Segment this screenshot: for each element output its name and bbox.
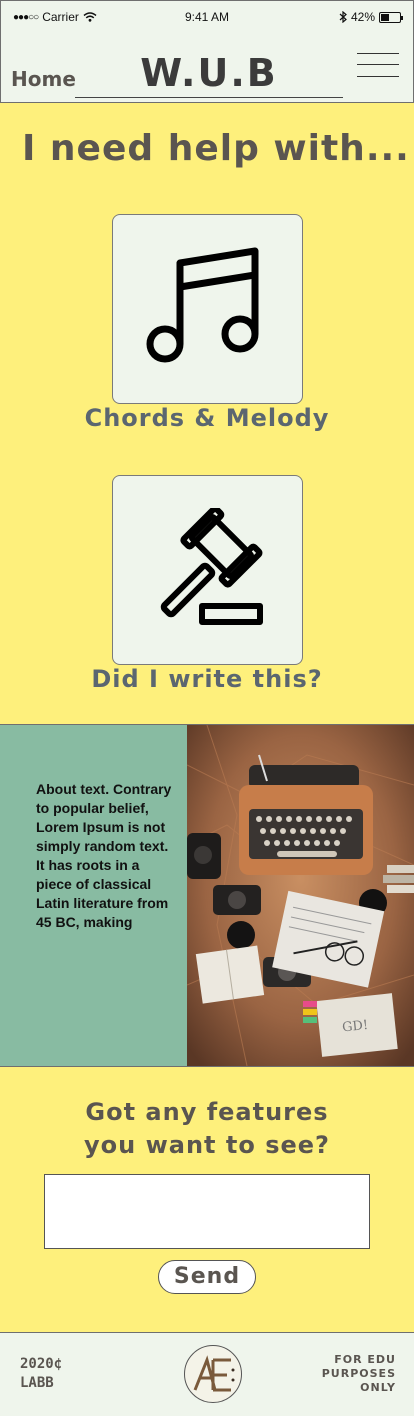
- music-note-icon: [146, 247, 258, 363]
- chords-melody-label[interactable]: Chords & Melody: [0, 404, 414, 432]
- features-heading-line2: you want to see?: [84, 1131, 330, 1159]
- help-heading: I need help with...: [22, 128, 410, 169]
- did-i-write-this-card[interactable]: [112, 475, 303, 665]
- app-title: W.U.B: [75, 51, 343, 98]
- features-heading-line1: Got any features: [85, 1098, 329, 1126]
- features-heading: Got any features you want to see?: [0, 1096, 414, 1162]
- features-input[interactable]: [44, 1174, 370, 1249]
- ae-logo-icon: [193, 1355, 235, 1392]
- battery-level-fill: [381, 13, 389, 21]
- footer-copyright-line2: LABB: [20, 1375, 54, 1391]
- footer-disclaimer: FOR EDU PURPOSES ONLY: [322, 1353, 396, 1395]
- footer-disclaimer-line2: PURPOSES: [321, 1367, 396, 1380]
- svg-text:GD!: GD!: [341, 1018, 368, 1036]
- gavel-icon: [160, 508, 263, 625]
- footer-copyright-line1: 2020¢: [20, 1356, 63, 1372]
- footer: 2020¢ LABB FOR EDU PURPOSES ONLY: [0, 1332, 414, 1416]
- about-text: About text. Contrary to popular belief, …: [36, 781, 172, 930]
- hamburger-menu-icon[interactable]: [357, 51, 399, 79]
- footer-disclaimer-line3: ONLY: [360, 1381, 396, 1394]
- send-button[interactable]: Send: [158, 1260, 256, 1294]
- status-right: 42%: [339, 10, 403, 24]
- battery-percent: 42%: [350, 10, 375, 24]
- status-bar: ●●●○○ Carrier 9:41 AM 42%: [1, 1, 413, 33]
- about-text-panel: About text. Contrary to popular belief, …: [0, 725, 187, 1066]
- app-header: ●●●○○ Carrier 9:41 AM 42% Home W.U.B: [0, 0, 414, 103]
- footer-logo[interactable]: [184, 1345, 242, 1403]
- bluetooth-icon: [339, 11, 347, 23]
- footer-disclaimer-line1: FOR EDU: [334, 1353, 396, 1366]
- home-link[interactable]: Home: [11, 67, 76, 91]
- chords-melody-card[interactable]: [112, 214, 303, 404]
- did-i-write-this-label[interactable]: Did I write this?: [0, 665, 414, 693]
- battery-icon: [379, 11, 403, 23]
- about-section: About text. Contrary to popular belief, …: [0, 724, 414, 1067]
- footer-copyright: 2020¢ LABB: [20, 1355, 62, 1393]
- typewriter-desk-photo: GD!: [187, 725, 414, 1066]
